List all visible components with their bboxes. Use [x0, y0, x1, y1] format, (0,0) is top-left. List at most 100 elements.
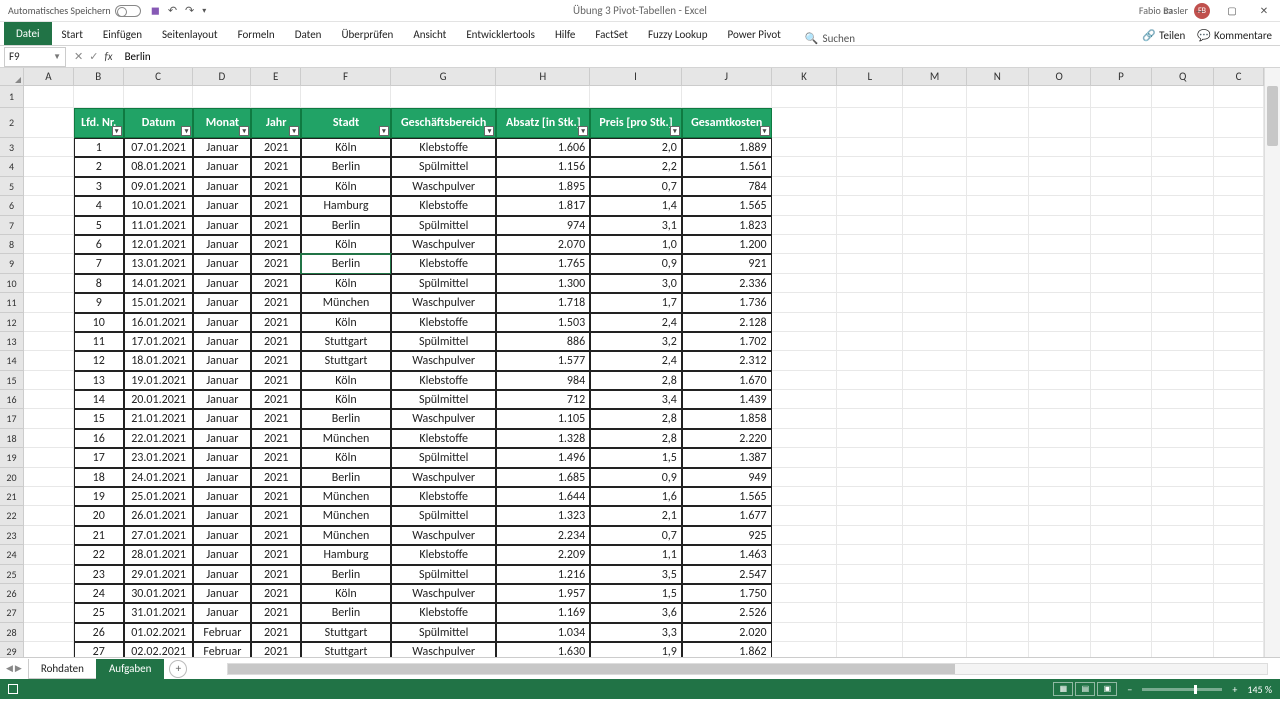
table-cell[interactable]: 1.216 [496, 565, 590, 584]
cell[interactable] [24, 157, 74, 176]
cell[interactable] [772, 603, 838, 622]
cell[interactable] [967, 371, 1029, 390]
cell[interactable] [903, 642, 967, 657]
table-cell[interactable]: 7 [74, 254, 124, 273]
table-cell[interactable]: 1.565 [682, 487, 772, 506]
table-cell[interactable]: Waschpulver [391, 293, 497, 312]
table-cell[interactable]: Spülmittel [391, 623, 497, 642]
cell[interactable] [1091, 565, 1153, 584]
cell[interactable] [1029, 642, 1091, 657]
table-cell[interactable]: 25.01.2021 [124, 487, 194, 506]
cell[interactable] [967, 177, 1029, 196]
cell[interactable] [967, 86, 1029, 108]
cell[interactable] [24, 409, 74, 428]
select-all-cells[interactable] [0, 68, 24, 86]
cell[interactable] [24, 86, 74, 108]
tab-formeln[interactable]: Formeln [228, 24, 285, 45]
table-cell[interactable]: Hamburg [301, 196, 391, 215]
table-cell[interactable]: 1.300 [496, 274, 590, 293]
zoom-in-icon[interactable]: + [1232, 683, 1237, 696]
filter-icon[interactable]: ▾ [289, 126, 299, 136]
minimize-icon[interactable]: — [1184, 0, 1216, 22]
table-header[interactable]: Preis [pro Stk.]▾ [590, 108, 682, 138]
cell[interactable] [1091, 332, 1153, 351]
table-cell[interactable]: 2021 [251, 216, 301, 235]
row-header[interactable]: 26 [0, 584, 23, 603]
scroll-thumb[interactable] [1267, 86, 1278, 146]
table-cell[interactable]: 27 [74, 642, 124, 657]
table-cell[interactable]: Köln [301, 235, 391, 254]
table-cell[interactable]: 886 [496, 332, 590, 351]
cell[interactable] [1152, 313, 1214, 332]
cell[interactable] [1152, 254, 1214, 273]
row-header[interactable]: 7 [0, 216, 23, 235]
cell[interactable] [903, 216, 967, 235]
table-cell[interactable]: Waschpulver [391, 468, 497, 487]
tab-factset[interactable]: FactSet [585, 24, 638, 45]
table-cell[interactable]: 2021 [251, 584, 301, 603]
cell[interactable] [1029, 351, 1091, 370]
table-cell[interactable]: 1.503 [496, 313, 590, 332]
col-header[interactable]: H [496, 68, 590, 85]
col-header[interactable]: K [772, 68, 838, 85]
table-cell[interactable]: Spülmittel [391, 157, 497, 176]
cell[interactable] [1091, 351, 1153, 370]
cell[interactable] [1214, 545, 1264, 564]
table-cell[interactable]: Januar [193, 351, 251, 370]
table-cell[interactable]: 18.01.2021 [124, 351, 194, 370]
cell[interactable] [837, 584, 903, 603]
fx-icon[interactable]: fx [104, 50, 112, 63]
table-cell[interactable]: 921 [682, 254, 772, 273]
col-header[interactable]: F [301, 68, 391, 85]
filter-icon[interactable]: ▾ [484, 126, 494, 136]
cell[interactable] [124, 86, 194, 108]
table-cell[interactable]: 11.01.2021 [124, 216, 194, 235]
table-cell[interactable]: 1.718 [496, 293, 590, 312]
cell[interactable] [903, 196, 967, 215]
col-header[interactable]: L [837, 68, 903, 85]
tell-me-search[interactable]: 🔍 Suchen [805, 32, 855, 45]
table-cell[interactable]: 24.01.2021 [124, 468, 194, 487]
add-sheet-button[interactable]: + [169, 660, 187, 678]
cell[interactable] [772, 565, 838, 584]
cell[interactable] [837, 254, 903, 273]
cell[interactable] [772, 623, 838, 642]
row-header[interactable]: 2 [0, 108, 23, 138]
col-header[interactable]: N [967, 68, 1029, 85]
table-cell[interactable]: 1,9 [590, 642, 682, 657]
cell[interactable] [74, 86, 124, 108]
table-cell[interactable]: Klebstoffe [391, 138, 497, 157]
table-cell[interactable]: 20.01.2021 [124, 390, 194, 409]
cell[interactable] [1091, 623, 1153, 642]
vertical-scrollbar[interactable] [1264, 68, 1280, 657]
cell[interactable] [837, 274, 903, 293]
table-cell[interactable]: 5 [74, 216, 124, 235]
table-cell[interactable]: 25 [74, 603, 124, 622]
table-cell[interactable]: 2021 [251, 313, 301, 332]
cell[interactable] [967, 235, 1029, 254]
row-header[interactable]: 21 [0, 487, 23, 506]
table-cell[interactable]: Waschpulver [391, 584, 497, 603]
table-cell[interactable]: 2021 [251, 371, 301, 390]
row-header[interactable]: 11 [0, 293, 23, 312]
cell[interactable] [24, 584, 74, 603]
cell[interactable] [24, 565, 74, 584]
cell[interactable] [772, 293, 838, 312]
table-cell[interactable]: 2,0 [590, 138, 682, 157]
cell[interactable] [1214, 157, 1264, 176]
col-header[interactable]: O [1029, 68, 1091, 85]
table-cell[interactable]: Spülmittel [391, 332, 497, 351]
cell[interactable] [24, 506, 74, 525]
cell[interactable] [903, 584, 967, 603]
cell[interactable] [967, 642, 1029, 657]
cell[interactable] [24, 390, 74, 409]
cell[interactable] [24, 254, 74, 273]
column-headers[interactable]: ABCDEFGHIJKLMNOPQC [24, 68, 1264, 86]
table-cell[interactable]: Hamburg [301, 545, 391, 564]
cell[interactable] [903, 86, 967, 108]
table-cell[interactable]: Stuttgart [301, 642, 391, 657]
cell[interactable] [1152, 177, 1214, 196]
tab-file[interactable]: Datei [4, 22, 52, 45]
cell[interactable] [301, 86, 391, 108]
cell[interactable] [24, 545, 74, 564]
